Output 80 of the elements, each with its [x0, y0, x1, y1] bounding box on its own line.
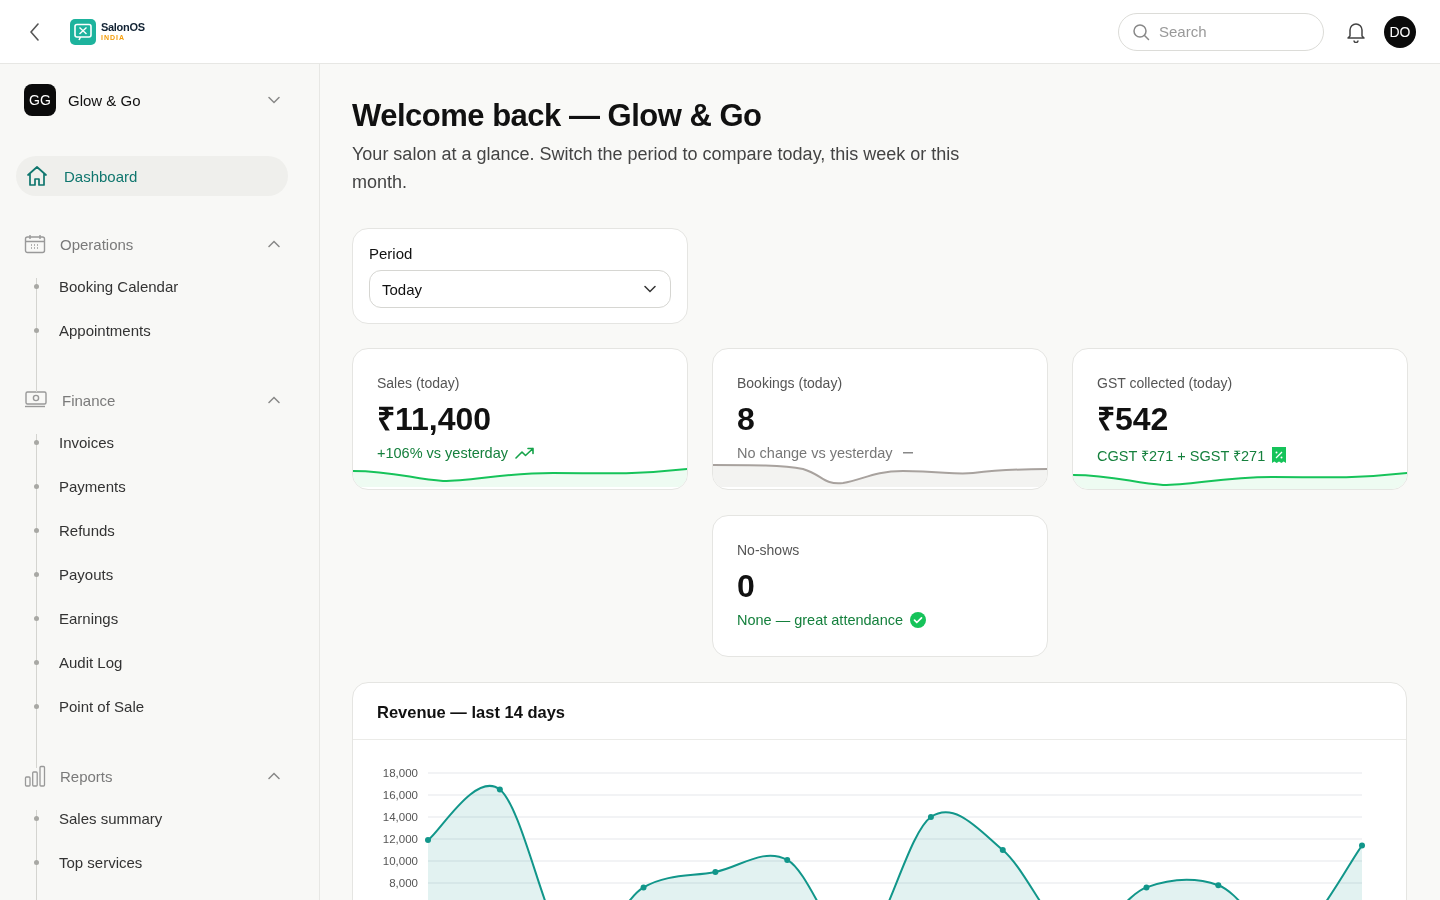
- stat-value: ₹11,400: [377, 400, 493, 439]
- bullet-dot: [34, 815, 39, 821]
- search-field[interactable]: Search: [1118, 12, 1324, 51]
- data-point: [640, 884, 647, 891]
- nav-item[interactable]: Audit Log: [59, 653, 123, 671]
- calendar-icon: [24, 234, 46, 254]
- data-point: [999, 847, 1006, 853]
- nav-item[interactable]: Invoices: [59, 433, 115, 451]
- chevron-down-icon: [268, 96, 280, 104]
- data-point: [1359, 842, 1365, 849]
- nav-item[interactable]: Appointments: [59, 321, 151, 339]
- nav-item[interactable]: Top services: [59, 853, 143, 871]
- field-label: Period: [369, 245, 414, 262]
- axis-tick-label: 16,000: [382, 789, 418, 801]
- axis-tick-label: 12,000: [382, 833, 418, 845]
- data-point: [496, 786, 503, 793]
- bullet-dot: [34, 439, 39, 445]
- stat-value: 0: [737, 567, 756, 606]
- stat-label: Sales (today): [377, 375, 461, 391]
- nav-group-header[interactable]: Operations: [16, 224, 288, 264]
- search-icon: [1132, 22, 1150, 41]
- stat-value: ₹542: [1097, 400, 1170, 439]
- bullet-dot: [34, 659, 39, 665]
- data-point: [927, 814, 934, 820]
- stat-label: Bookings (today): [737, 375, 844, 391]
- data-point: [1215, 882, 1222, 889]
- data-point: [712, 869, 719, 875]
- nav-item[interactable]: Point of Sale: [59, 697, 145, 715]
- bullet-dot: [34, 283, 39, 289]
- stat-note: None — great attendance: [737, 612, 904, 628]
- period-select[interactable]: Today: [369, 270, 671, 308]
- chart-title: Revenue — last 14 days: [353, 683, 1406, 740]
- bullet-dot: [34, 483, 39, 489]
- nav-item[interactable]: Dashboard: [16, 156, 288, 196]
- axis-tick-label: 8,000: [389, 877, 418, 889]
- stat-note: +106% vs yesterday: [377, 445, 508, 461]
- chevron-up-icon: [268, 772, 280, 780]
- workspace-switcher[interactable]: GG Glow & Go: [16, 84, 288, 116]
- logo-wordmark: SalonOS: [101, 22, 145, 33]
- nav-item[interactable]: Payments: [59, 477, 126, 495]
- bullet-dot: [34, 527, 39, 533]
- bullet-dot: [34, 859, 39, 865]
- bullet-dot: [34, 571, 39, 577]
- stat-label: GST collected (today): [1097, 375, 1234, 391]
- user-avatar[interactable]: DO: [1384, 15, 1416, 48]
- back-button[interactable]: [28, 20, 42, 43]
- axis-tick-label: 14,000: [382, 811, 418, 823]
- nav-group-header[interactable]: Reports: [16, 756, 288, 796]
- page-subtitle: Your salon at a glance. Switch the period to compare today, this week or this month.: [352, 143, 961, 194]
- stat-note: No change vs yesterday: [737, 445, 893, 461]
- data-point: [425, 837, 431, 844]
- bullet-dot: [34, 615, 39, 621]
- chevron-up-icon: [268, 396, 280, 404]
- nav-item[interactable]: Payouts: [59, 565, 114, 583]
- dash-icon: [902, 452, 913, 454]
- data-point: [784, 856, 791, 863]
- bullet-dot: [34, 703, 39, 709]
- chevron-down-icon: [644, 285, 656, 293]
- home-icon: [26, 165, 48, 187]
- banknote-icon: [24, 390, 48, 410]
- axis-tick-label: 18,000: [382, 767, 418, 779]
- logo-icon: [70, 18, 96, 45]
- nav-group-header[interactable]: Finance: [16, 380, 288, 420]
- receipt-percent-icon: [1272, 447, 1287, 463]
- nav-item[interactable]: Booking Calendar: [59, 277, 179, 295]
- data-point: [1143, 884, 1150, 891]
- nav-item[interactable]: Refunds: [59, 521, 115, 539]
- nav-item[interactable]: Earnings: [59, 609, 119, 627]
- bar-chart-icon: [24, 765, 46, 787]
- axis-tick-label: 10,000: [382, 855, 418, 867]
- check-circle-icon: [910, 612, 927, 628]
- stat-note: CGST ₹271 + SGST ₹271: [1097, 447, 1266, 465]
- nav-item[interactable]: Sales summary: [59, 809, 163, 827]
- page-title: Welcome back — Glow & Go: [352, 97, 763, 135]
- workspace-avatar: GG: [24, 84, 56, 116]
- stat-label: No-shows: [737, 542, 801, 558]
- stat-value: 8: [737, 400, 756, 439]
- chevron-up-icon: [268, 240, 280, 248]
- trend-up-icon: [515, 447, 535, 459]
- bullet-dot: [34, 327, 39, 333]
